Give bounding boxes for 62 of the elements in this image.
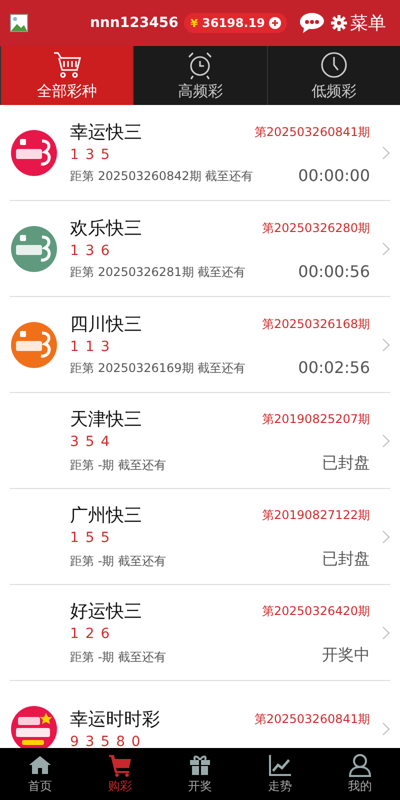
next-issue-text: 距第 -期 截至还有: [70, 649, 167, 666]
issue-number: 第202503260841期: [254, 710, 370, 728]
nav-tab[interactable]: 开奖: [160, 748, 240, 800]
draw-numbers: 3 5 4: [70, 434, 112, 450]
lottery-name: 广州快三: [70, 504, 143, 527]
chat-bubble-icon[interactable]: [299, 11, 325, 35]
lottery-name: 欢乐快三: [70, 217, 143, 240]
chevron-right-icon[interactable]: [382, 146, 390, 160]
issue-number: 第20250326168期: [262, 316, 370, 332]
countdown: 已封盘: [321, 549, 370, 570]
next-issue-text: 距第 20250326281期 截至还有: [70, 264, 247, 281]
menu-button[interactable]: 菜单: [331, 11, 386, 35]
lottery-name: 幸运快三: [70, 121, 143, 144]
user-icon: [348, 753, 372, 777]
balance-badge[interactable]: ¥ 36198.19: [184, 13, 287, 33]
username: nnn123456: [90, 15, 178, 31]
issue-number: 第20190825207期: [262, 410, 370, 428]
nav-tab[interactable]: 走势: [240, 748, 320, 800]
category-tab[interactable]: 全部彩种: [0, 46, 134, 105]
nav-tab[interactable]: 首页: [0, 748, 80, 800]
draw-numbers: 1 3 6: [70, 243, 112, 259]
broken-image-icon: [10, 14, 28, 32]
chevron-right-icon[interactable]: [382, 338, 390, 352]
next-issue-text: 距第 20250326169期 截至还有: [70, 360, 247, 377]
draw-numbers: 1 5 5: [70, 530, 112, 546]
lottery-name: 好运快三: [70, 600, 143, 623]
next-issue-text: 距第 -期 截至还有: [70, 553, 167, 570]
issue-number: 第20250326280期: [262, 220, 370, 236]
lottery-name: 幸运时时彩: [70, 708, 161, 731]
clock-icon: [318, 50, 349, 80]
countdown: 00:02:56: [297, 358, 370, 377]
cart-icon: [108, 753, 132, 777]
trend-chart-icon: [268, 753, 292, 777]
issue-number: 第20250326420期: [262, 602, 370, 620]
draw-numbers: 1 3 5: [70, 147, 112, 163]
chevron-right-icon[interactable]: [382, 242, 390, 256]
issue-number: 第20190827122期: [262, 506, 370, 524]
issue-number: 第202503260841期: [254, 124, 370, 140]
nav-tab[interactable]: 购彩: [80, 748, 160, 800]
settings-icon: [331, 15, 347, 31]
plus-icon: [269, 17, 281, 29]
countdown: 00:00:56: [297, 262, 370, 281]
next-issue-text: 距第 -期 截至还有: [70, 457, 167, 474]
chevron-right-icon[interactable]: [382, 722, 390, 736]
balance-amount: 36198.19: [202, 16, 265, 30]
lottery-name: 四川快三: [70, 313, 143, 336]
currency-sign: ¥: [190, 16, 198, 30]
draw-numbers: 1 2 6: [70, 626, 112, 642]
countdown: 00:00:00: [297, 166, 370, 185]
lottery-name: 天津快三: [70, 408, 143, 431]
draw-numbers: 9 3 5 8 0: [70, 734, 142, 748]
cart-icon: [52, 50, 82, 80]
countdown: 开奖中: [321, 645, 370, 666]
chevron-right-icon[interactable]: [382, 626, 390, 640]
chevron-right-icon[interactable]: [382, 530, 390, 544]
gift-icon: [188, 753, 212, 777]
home-icon: [28, 753, 52, 777]
chevron-right-icon[interactable]: [382, 434, 390, 448]
countdown: 已封盘: [321, 453, 370, 474]
next-issue-text: 距第 202503260842期 截至还有: [70, 168, 254, 185]
draw-numbers: 1 1 3: [70, 339, 112, 355]
nav-tab[interactable]: 我的: [320, 748, 400, 800]
